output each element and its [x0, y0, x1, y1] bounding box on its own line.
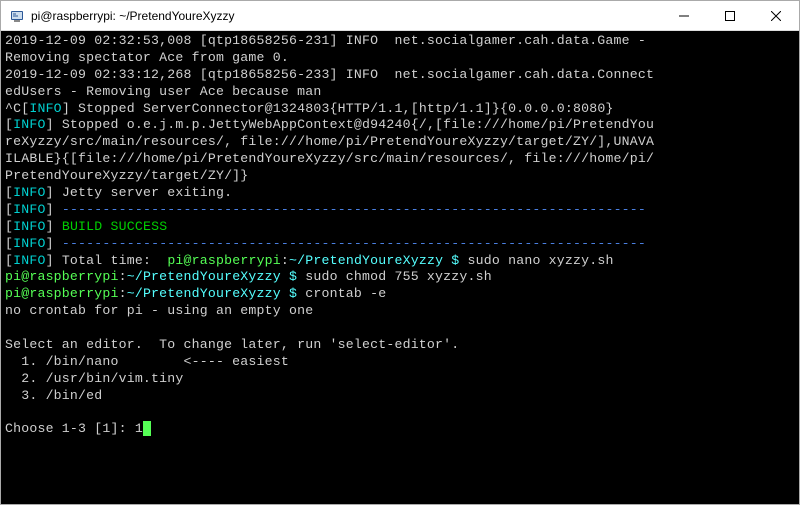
maximize-button[interactable] — [707, 1, 753, 30]
log-line: [INFO] Jetty server exiting. — [5, 185, 232, 200]
blank-line — [5, 320, 13, 335]
log-line: [INFO] Total time: pi@raspberrypi:~/Pret… — [5, 253, 614, 268]
build-success: BUILD SUCCESS — [62, 219, 167, 234]
log-line: 2019-12-09 02:33:12,268 [qtp18658256-233… — [5, 67, 654, 82]
titlebar[interactable]: pi@raspberrypi: ~/PretendYoureXyzzy — [1, 1, 799, 31]
info-tag: INFO — [13, 185, 45, 200]
command: sudo nano xyzzy.sh — [459, 253, 613, 268]
prompt-path: ~/PretendYoureXyzzy $ — [127, 286, 297, 301]
log-line: [INFO] ---------------------------------… — [5, 202, 646, 217]
info-tag: INFO — [13, 236, 45, 251]
log-line: [INFO] Stopped o.e.j.m.p.JettyWebAppCont… — [5, 117, 654, 132]
putty-window: pi@raspberrypi: ~/PretendYoureXyzzy 2019… — [0, 0, 800, 505]
prompt-path: ~/PretendYoureXyzzy $ — [127, 269, 297, 284]
info-tag: INFO — [29, 101, 61, 116]
prompt-path: ~/PretendYoureXyzzy $ — [289, 253, 459, 268]
command: sudo chmod 755 xyzzy.sh — [297, 269, 492, 284]
editor-option: 3. /bin/ed — [5, 388, 102, 403]
log-line: reXyzzy/src/main/resources/, file:///hom… — [5, 134, 654, 149]
prompt-user: pi@raspberrypi — [167, 253, 281, 268]
info-tag: INFO — [13, 117, 45, 132]
prompt-user: pi@raspberrypi — [5, 286, 119, 301]
log-line: Removing spectator Ace from game 0. — [5, 50, 289, 65]
log-line: [INFO] ---------------------------------… — [5, 236, 646, 251]
prompt-line: pi@raspberrypi:~/PretendYoureXyzzy $ sud… — [5, 269, 492, 284]
close-button[interactable] — [753, 1, 799, 30]
log-line: ILABLE}{[file:///home/pi/PretendYoureXyz… — [5, 151, 654, 166]
window-controls — [661, 1, 799, 30]
info-tag: INFO — [13, 219, 45, 234]
info-tag: INFO — [13, 202, 45, 217]
editor-option: 1. /bin/nano <---- easiest — [5, 354, 289, 369]
output-line: no crontab for pi - using an empty one — [5, 303, 313, 318]
blank-line — [5, 405, 13, 420]
window-title: pi@raspberrypi: ~/PretendYoureXyzzy — [31, 9, 661, 23]
editor-option: 2. /usr/bin/vim.tiny — [5, 371, 184, 386]
log-line: edUsers - Removing user Ace because man — [5, 84, 321, 99]
dashes: ----------------------------------------… — [62, 202, 646, 217]
terminal-area[interactable]: 2019-12-09 02:32:53,008 [qtp18658256-231… — [1, 31, 799, 504]
command: crontab -e — [297, 286, 386, 301]
prompt-user: pi@raspberrypi — [5, 269, 119, 284]
output-line: Select an editor. To change later, run '… — [5, 337, 459, 352]
log-line: 2019-12-09 02:32:53,008 [qtp18658256-231… — [5, 33, 646, 48]
log-line: ^C[INFO] Stopped ServerConnector@1324803… — [5, 101, 614, 116]
cursor — [143, 421, 151, 436]
log-line: [INFO] BUILD SUCCESS — [5, 219, 167, 234]
choose-prompt: Choose 1-3 [1]: 1 — [5, 421, 151, 436]
log-line: PretendYoureXyzzy/target/ZY/]} — [5, 168, 248, 183]
info-tag: INFO — [13, 253, 45, 268]
dashes: ----------------------------------------… — [62, 236, 646, 251]
minimize-button[interactable] — [661, 1, 707, 30]
prompt-line: pi@raspberrypi:~/PretendYoureXyzzy $ cro… — [5, 286, 386, 301]
putty-icon — [9, 8, 25, 24]
